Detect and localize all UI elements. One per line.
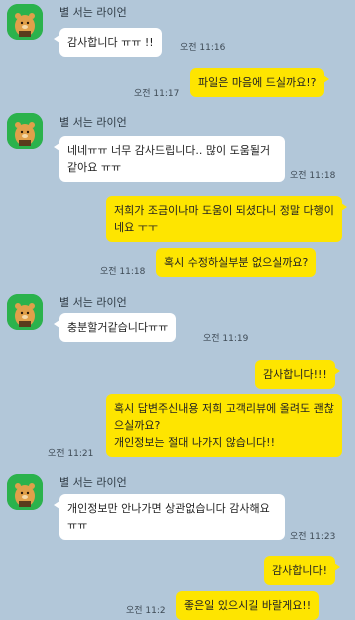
message-time: 오전 11:23 [290, 532, 336, 542]
message-time: 오전 11:21 [48, 449, 94, 459]
sender-name: 별 서는 라이언 [59, 296, 127, 309]
sender-avatar[interactable] [7, 4, 43, 40]
message-bubble-sent[interactable]: 혹시 답변주신내용 저희 고객리뷰에 올려도 괜찮으실까요? 개인정보는 절대 … [106, 394, 342, 457]
message-bubble-sent[interactable]: 혹시 수정하실부분 없으실까요? [156, 248, 317, 277]
sender-name: 별 서는 라이언 [59, 476, 127, 489]
message-bubble-received[interactable]: 개인정보만 안나가면 상관없습니다 감사해요 ㅠㅠ [54, 494, 285, 540]
message-time: 오전 11:18 [290, 171, 336, 181]
message-time: 오전 11:17 [134, 89, 180, 99]
sender-name: 별 서는 라이언 [59, 6, 127, 19]
message-bubble-received[interactable]: 충분할거같습니다ㅠㅠ [53, 313, 177, 342]
chat-area[interactable]: 별 서는 라이언 감사합니다 ㅠㅠ !! 오전 11:16 오전 11:17 파… [0, 0, 355, 620]
message-time: 오전 11:18 [100, 267, 146, 277]
message-bubble-received[interactable]: 네네ㅠㅠ 너무 감사드립니다.. 많이 도움될거같아요 ㅠㅠ [54, 136, 285, 182]
message-bubble-sent[interactable]: 저희가 조금이나마 도움이 되셨다니 정말 다행이네요 ㅜㅜ [106, 196, 347, 242]
message-time: 오전 11:16 [180, 43, 226, 53]
ryan-character-icon [7, 4, 43, 40]
ryan-character-icon [7, 113, 43, 149]
sender-avatar[interactable] [7, 474, 43, 510]
ryan-character-icon [7, 294, 43, 330]
message-bubble-sent[interactable]: 감사합니다!!! [255, 360, 340, 389]
message-bubble-sent[interactable]: 좋은일 있으시길 바랄게요!! [176, 591, 320, 620]
message-bubble-received[interactable]: 감사합니다 ㅠㅠ !! [54, 28, 162, 57]
message-bubble-sent[interactable]: 파일은 마음에 드실까요!? [190, 68, 330, 97]
ryan-character-icon [7, 474, 43, 510]
message-bubble-sent[interactable]: 감사합니다! [264, 556, 341, 585]
message-time: 오전 11:19 [203, 334, 249, 344]
sender-name: 별 서는 라이언 [59, 116, 127, 129]
sender-avatar[interactable] [7, 113, 43, 149]
sender-avatar[interactable] [7, 294, 43, 330]
